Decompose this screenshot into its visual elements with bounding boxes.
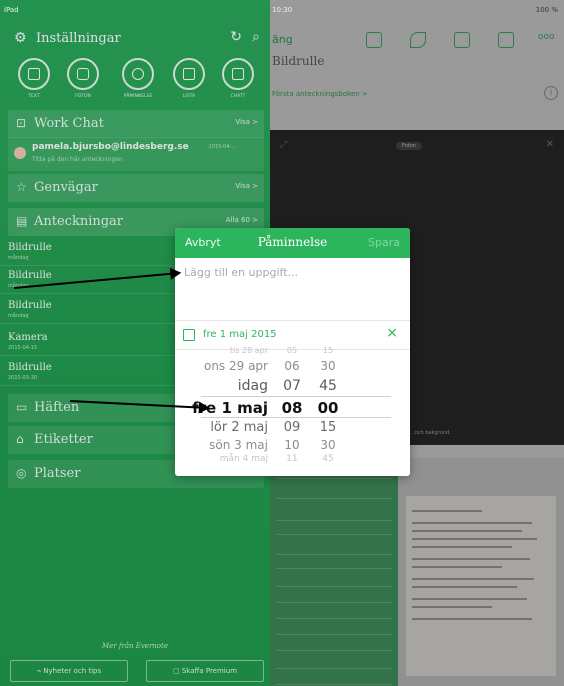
picker-minute: 00 <box>317 399 339 417</box>
picker-hour: 07 <box>283 378 301 394</box>
picker-selection-line <box>201 396 391 397</box>
calendar-icon <box>183 329 195 341</box>
picker-row[interactable]: idag 07 45 <box>175 378 410 396</box>
picker-day: ons 29 apr <box>203 359 268 373</box>
picker-hour: 09 <box>283 420 301 435</box>
reminder-popup: Avbryt Påminnelse Spara Lägg till en upp… <box>175 228 410 476</box>
app-frame: äng ooo Bildrulle Första anteckningsboke… <box>0 0 564 686</box>
picker-day: sön 3 maj <box>209 438 268 452</box>
picker-hour: 11 <box>286 454 298 464</box>
picker-row[interactable]: mån 4 maj 11 45 <box>175 454 410 472</box>
picker-row[interactable]: ons 29 apr 06 30 <box>175 359 410 377</box>
status-bar: iPad 10:30 100 % <box>0 0 564 22</box>
picker-day: mån 4 maj <box>219 454 268 464</box>
picker-hour: 05 <box>286 346 298 355</box>
save-button[interactable]: Spara <box>368 236 400 249</box>
date-time-picker[interactable]: tis 28 apr 05 15 ons 29 apr 06 30 idag 07 45 fre … <box>175 346 410 476</box>
picker-day: idag <box>237 378 268 394</box>
picker-minute: 15 <box>319 420 337 435</box>
selected-date: fre 1 maj 2015 <box>203 329 277 340</box>
picker-minute: 45 <box>322 454 334 464</box>
picker-minute: 45 <box>319 378 337 394</box>
clear-date-icon[interactable]: × <box>386 325 398 341</box>
popup-header: Avbryt Påminnelse Spara <box>175 228 410 258</box>
picker-minute: 30 <box>320 438 336 452</box>
device-label: iPad <box>4 6 19 14</box>
picker-row[interactable]: lör 2 maj 09 15 <box>175 420 410 438</box>
picker-hour: 08 <box>281 399 303 417</box>
picker-day: lör 2 maj <box>210 420 268 435</box>
battery-level: 100 % <box>535 6 558 14</box>
picker-minute: 15 <box>322 346 334 355</box>
picker-hour: 06 <box>284 359 300 373</box>
clock: 10:30 <box>272 6 293 14</box>
picker-day: tis 28 apr <box>229 346 268 355</box>
picker-selection-line <box>201 417 391 418</box>
picker-row-selected[interactable]: fre 1 maj 08 00 <box>175 399 410 417</box>
picker-minute: 30 <box>320 359 336 373</box>
picker-hour: 10 <box>284 438 300 452</box>
task-input[interactable]: Lägg till en uppgift... <box>184 266 298 279</box>
